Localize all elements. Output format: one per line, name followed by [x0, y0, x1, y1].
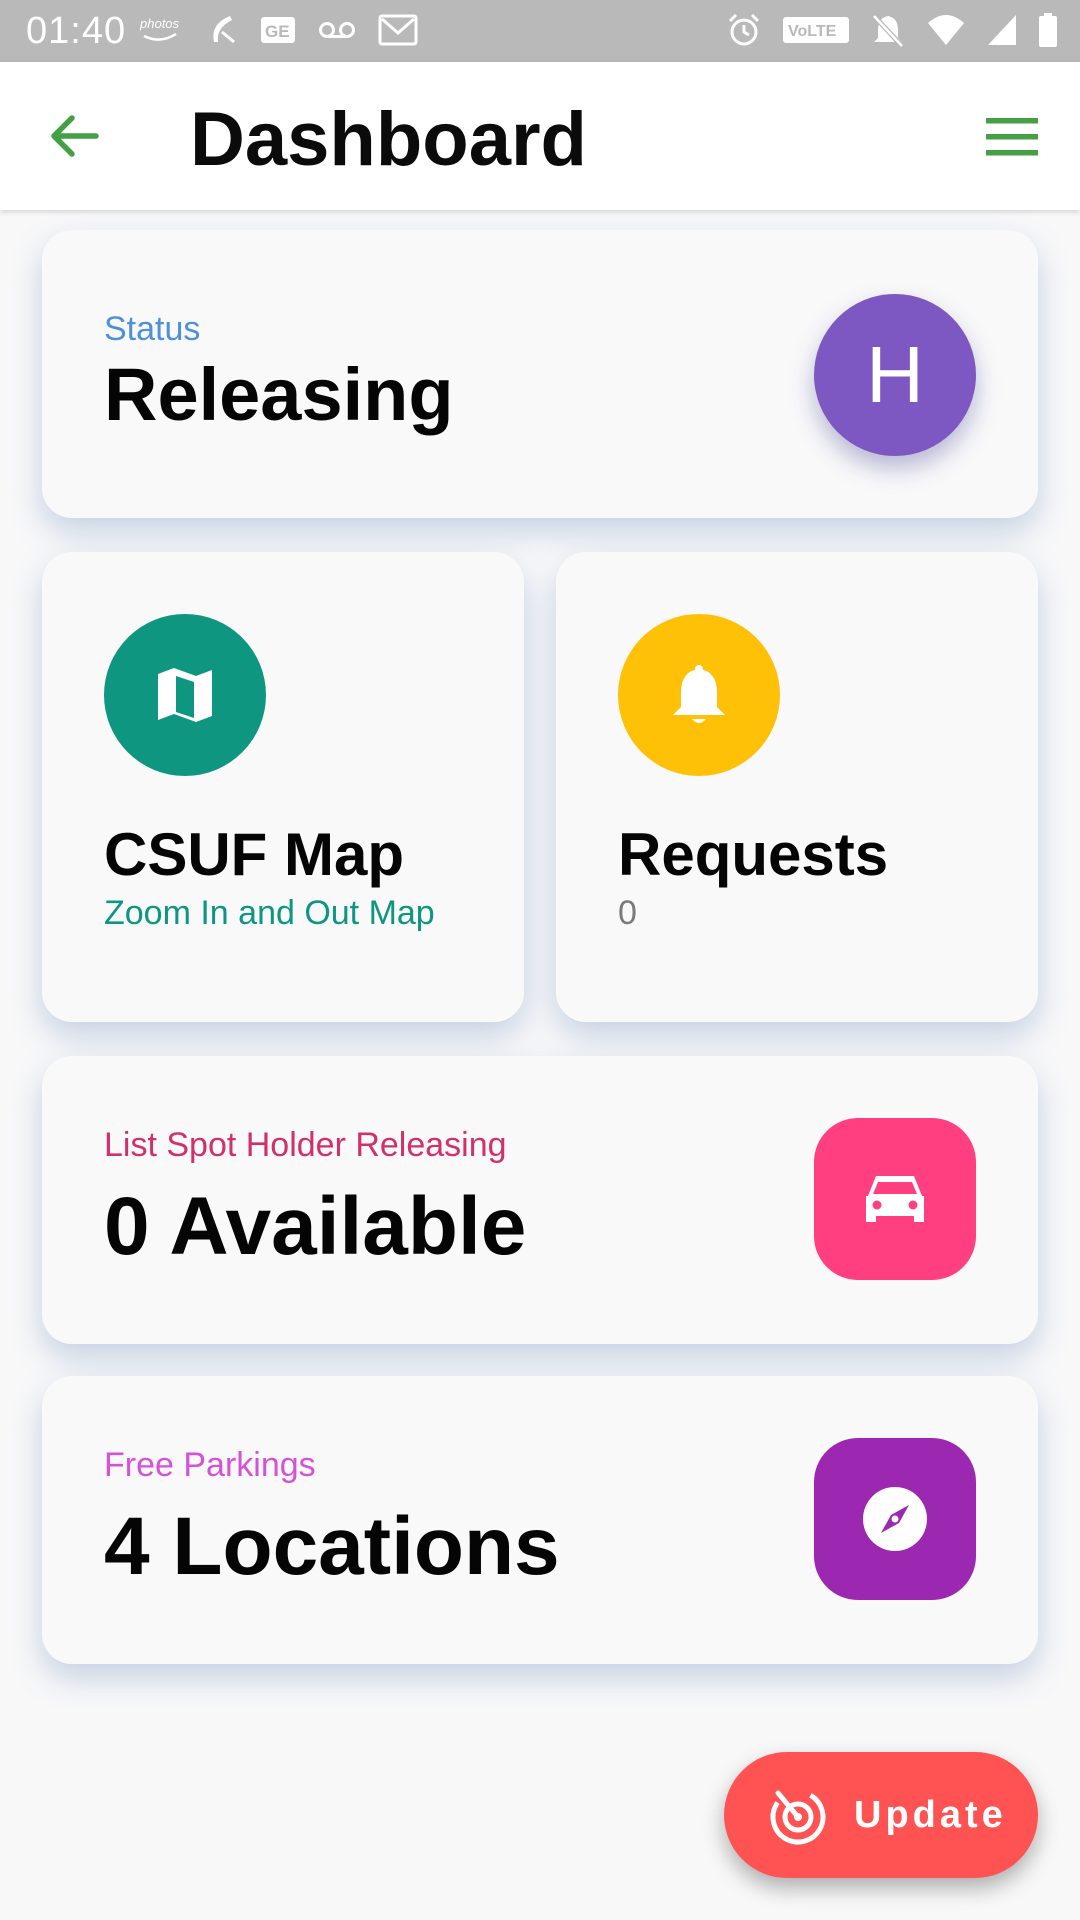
status-label: Status [104, 310, 201, 348]
volte-icon: VoLTE [783, 17, 849, 43]
compass-icon [863, 1487, 927, 1551]
hamburger-menu-icon[interactable] [984, 112, 1040, 162]
arrow-back-icon[interactable] [46, 108, 102, 164]
bell-icon-badge [618, 614, 780, 776]
update-button[interactable]: Update [724, 1752, 1038, 1878]
battery-icon [1039, 13, 1057, 47]
car-icon-badge [814, 1118, 976, 1280]
compass-icon-badge [814, 1438, 976, 1600]
mute-icon [872, 14, 904, 48]
app-icon [213, 16, 235, 44]
system-icons: VoLTE [726, 12, 1058, 48]
wifi-icon [928, 15, 964, 45]
requests-tile-title: Requests [618, 821, 889, 888]
status-bar: 01:40 photos GE VoLTE [0, 0, 1080, 62]
signal-icon [988, 15, 1016, 45]
status-value: Releasing [104, 353, 454, 436]
status-time: 01:40 [26, 10, 127, 52]
svg-text:GE: GE [265, 22, 290, 41]
map-icon [158, 668, 212, 722]
voicemail-icon [319, 22, 355, 38]
bell-icon [673, 665, 725, 723]
free-parkings-label: Free Parkings [104, 1446, 316, 1484]
amazon-photos-icon: photos [139, 16, 180, 41]
alarm-icon [728, 13, 760, 46]
radar-icon [770, 1789, 826, 1845]
update-button-label: Update [854, 1793, 1007, 1836]
free-parkings-card[interactable]: Free Parkings 4 Locations [42, 1376, 1038, 1664]
gmail-icon [378, 14, 418, 46]
avatar[interactable]: H [814, 294, 976, 456]
map-tile-title: CSUF Map [104, 821, 404, 888]
notification-icons: photos GE [138, 12, 418, 48]
status-card[interactable]: Status Releasing H [42, 230, 1038, 518]
spot-holder-card[interactable]: List Spot Holder Releasing 0 Available [42, 1056, 1038, 1344]
ge-icon: GE [261, 17, 295, 43]
svg-text:photos: photos [139, 16, 180, 31]
map-icon-badge [104, 614, 266, 776]
svg-text:VoLTE: VoLTE [788, 23, 837, 40]
page-title: Dashboard [190, 97, 587, 182]
spot-holder-value: 0 Available [104, 1181, 527, 1272]
requests-count: 0 [618, 894, 637, 932]
free-parkings-value: 4 Locations [104, 1501, 560, 1592]
app-bar: Dashboard [0, 62, 1080, 210]
spot-holder-label: List Spot Holder Releasing [104, 1126, 507, 1164]
requests-tile[interactable]: Requests 0 [556, 552, 1038, 1022]
map-tile-subtitle: Zoom In and Out Map [104, 894, 435, 932]
map-tile[interactable]: CSUF Map Zoom In and Out Map [42, 552, 524, 1022]
car-icon [866, 1176, 924, 1222]
